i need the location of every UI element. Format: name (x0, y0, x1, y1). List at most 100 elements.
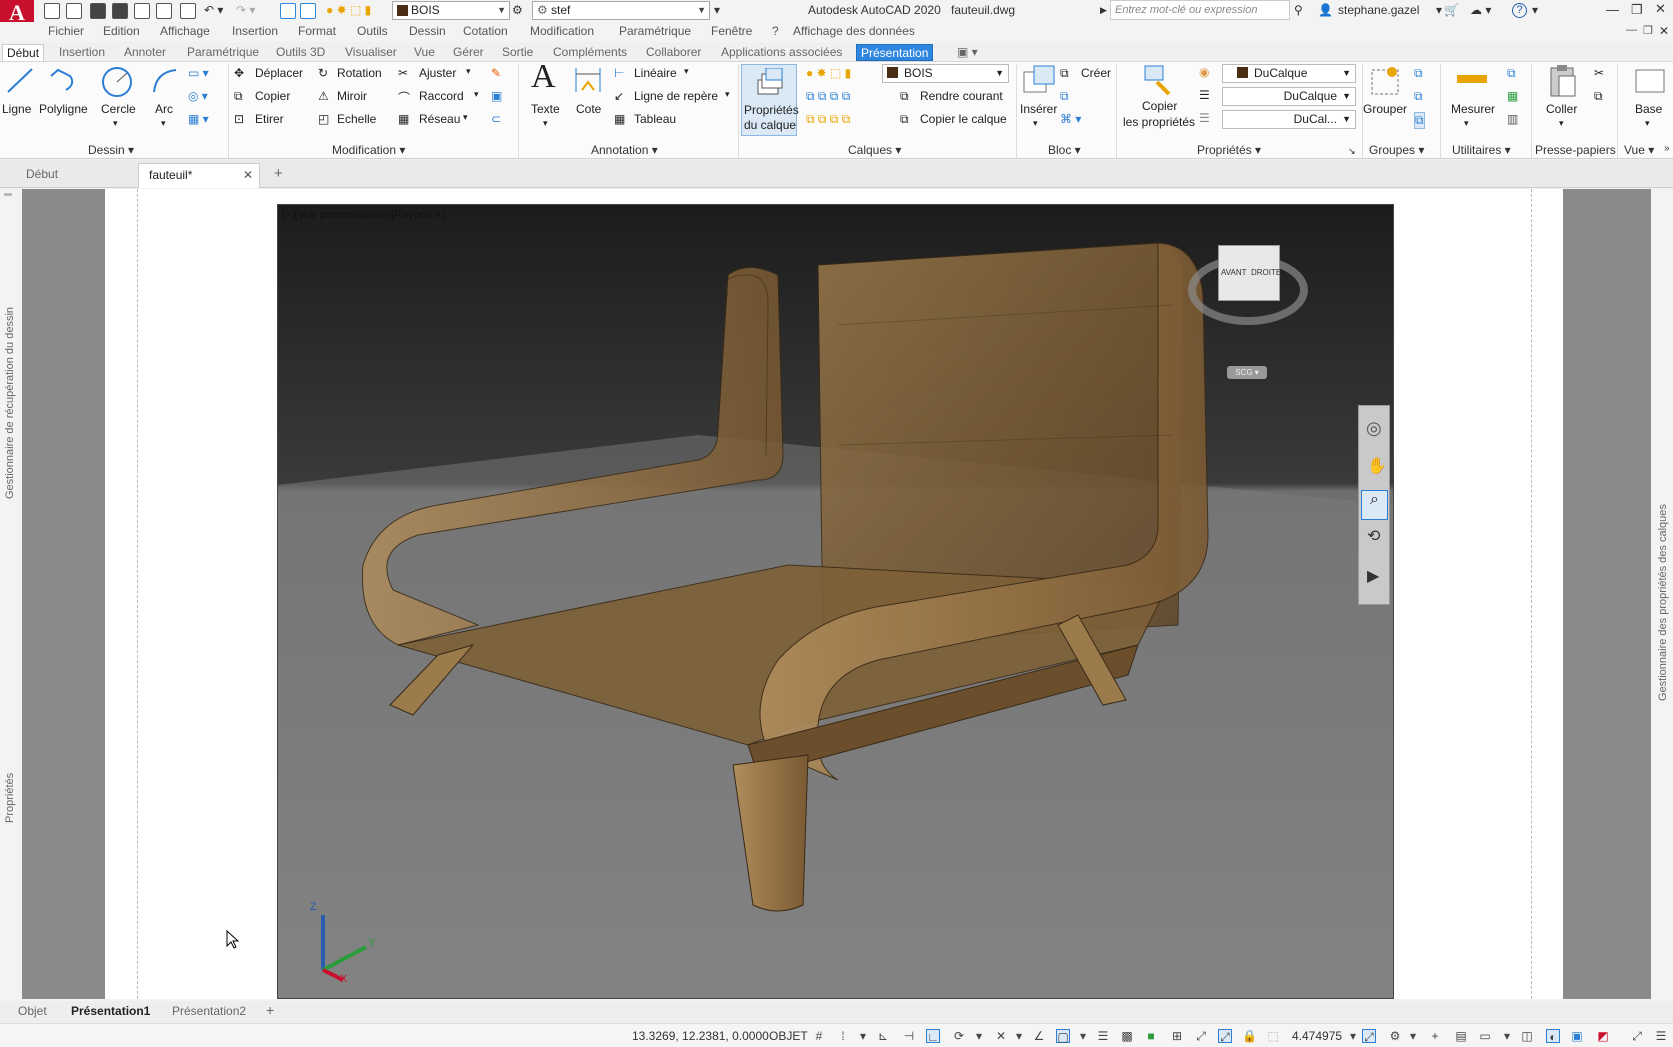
chevron-down-icon[interactable]: ▾ (856, 1029, 870, 1043)
texte-button[interactable]: Texte (531, 102, 560, 116)
chevron-down-icon[interactable]: ▾ (161, 118, 166, 129)
id-point-icon[interactable]: ▥ (1507, 112, 1518, 126)
arc-button[interactable]: Arc (155, 102, 173, 116)
base-button[interactable]: Base (1635, 102, 1662, 116)
scale-sync-icon[interactable]: ⤢ (1362, 1029, 1376, 1044)
tab-gerer[interactable]: Gérer (449, 44, 488, 61)
layer-bulb-icon[interactable]: ● ✸ ⬚ ▮ (326, 3, 371, 17)
chevron-down-icon[interactable]: ▾ (1645, 118, 1650, 129)
rectangle-icon[interactable]: ▭ ▾ (188, 66, 209, 80)
gear-icon[interactable]: ⚙ (1388, 1029, 1402, 1043)
layout-tab-presentation2[interactable]: Présentation2 (172, 1004, 246, 1018)
echelle-button[interactable]: Echelle (337, 112, 376, 126)
selection-cycling-icon[interactable]: ■ (1144, 1029, 1158, 1043)
store-cart-icon[interactable]: 🛒 (1444, 3, 1459, 17)
match-properties-icon[interactable] (280, 3, 296, 19)
lineweight-combo[interactable]: DuCal... ▼ (1222, 110, 1356, 129)
new-layout-button[interactable]: + (266, 1002, 274, 1018)
panel-vue-title[interactable]: Vue ▾ (1624, 143, 1654, 157)
hardware-acceleration-icon[interactable]: ◐ (1546, 1029, 1560, 1044)
chevron-down-icon[interactable]: ▾ (1076, 1029, 1090, 1043)
user-name[interactable]: stephane.gazel (1338, 3, 1419, 17)
chevron-down-icon[interactable]: ▾ (463, 112, 468, 123)
chevron-down-icon[interactable]: ▾ (474, 89, 479, 100)
miroir-button[interactable]: Miroir (337, 89, 367, 103)
menu-dessin[interactable]: Dessin (409, 24, 446, 38)
menu-outils[interactable]: Outils (357, 24, 388, 38)
infer-constraints-icon[interactable]: ⊾ (876, 1029, 890, 1043)
layer-state-icons[interactable]: ● ✸ ⬚ ▮ (806, 66, 851, 80)
plus-icon[interactable]: + (1428, 1029, 1442, 1043)
chevron-down-icon[interactable]: ▾ (1436, 3, 1442, 17)
layer-combo[interactable]: BOIS ▼ (392, 1, 510, 20)
close-icon[interactable]: ✕ (1655, 1, 1666, 17)
proprietes-calque-button[interactable]: Propriétés du calque (741, 64, 799, 136)
workspace-switch-icon[interactable]: ⚙ (512, 3, 523, 17)
tab-vue[interactable]: Vue (410, 44, 439, 61)
copier-button[interactable]: Copier (255, 89, 290, 103)
creer-button[interactable]: Créer (1081, 66, 1111, 80)
ucs-menu[interactable]: SCG ▾ (1227, 366, 1267, 379)
coller-button[interactable]: Coller (1546, 102, 1577, 116)
3d-osnap-icon[interactable]: ⊞ (1170, 1029, 1184, 1043)
plot-icon[interactable] (180, 3, 196, 19)
doc-restore-icon[interactable]: ❐ (1643, 24, 1653, 37)
panel-modification-title[interactable]: Modification ▾ (332, 143, 405, 157)
copier-proprietes-label-1[interactable]: Copier (1142, 99, 1177, 113)
menu-format[interactable]: Format (298, 24, 336, 38)
new-file-icon[interactable] (44, 3, 60, 19)
chevron-down-icon[interactable]: ▾ (684, 66, 689, 77)
deplacer-button[interactable]: Déplacer (255, 66, 303, 80)
edit-block-icon[interactable]: ⧉ (1060, 89, 1069, 104)
dialog-launcher-icon[interactable]: ↘ (1348, 146, 1356, 157)
side-panel-proprietes[interactable]: Propriétés (4, 773, 16, 823)
user-icon[interactable]: 👤 (1318, 3, 1333, 17)
new-tab-button[interactable]: + (270, 163, 292, 188)
attribute-icon[interactable]: ⌘ ▾ (1060, 112, 1081, 126)
tab-debut[interactable]: Début (2, 44, 45, 61)
calculator-icon[interactable]: ▦ (1507, 89, 1518, 103)
menu-cotation[interactable]: Cotation (463, 24, 508, 38)
tab-applications-associees[interactable]: Applications associées (717, 44, 846, 61)
layer-tools-row-1[interactable]: ⧉ ⧉ ⧉ ⧉ (806, 89, 850, 104)
lineaire-button[interactable]: Linéaire (634, 66, 677, 80)
copier-proprietes-label-2[interactable]: les propriétés (1123, 115, 1195, 129)
customization-menu-icon[interactable]: ☰ (1654, 1029, 1668, 1043)
ortho-icon[interactable]: ∟ (926, 1029, 940, 1044)
annotation-scale[interactable]: 4.474975 (1292, 1029, 1342, 1043)
raccord-button[interactable]: Raccord (419, 89, 464, 103)
transparency-icon[interactable]: ▩ (1120, 1029, 1134, 1043)
side-panel-recuperation[interactable]: Gestionnaire de récupération du dessin (4, 307, 16, 499)
save-as-icon[interactable] (112, 3, 128, 19)
graphics-icon[interactable]: ◩ (1596, 1029, 1610, 1043)
ribbon-overflow-icon[interactable]: » (1664, 143, 1670, 154)
menu-parametrique[interactable]: Paramétrique (619, 24, 691, 38)
ajuster-button[interactable]: Ajuster (419, 66, 456, 80)
workspace-combo[interactable]: ⚙ stef ▼ (532, 1, 710, 20)
panel-bloc-title[interactable]: Bloc ▾ (1048, 143, 1081, 157)
panel-grip[interactable] (4, 193, 12, 196)
isolate-objects-icon[interactable]: ◫ (1520, 1029, 1534, 1043)
customize-qat-icon[interactable]: ▾ (714, 3, 720, 17)
inserer-button[interactable]: Insérer (1020, 102, 1057, 116)
units-icon[interactable]: ▭ (1478, 1029, 1492, 1043)
group-select-icon[interactable]: ⧉ (1414, 112, 1425, 129)
quick-properties-icon[interactable]: ▤ (1454, 1029, 1468, 1043)
close-icon[interactable]: ✕ (243, 164, 253, 186)
chevron-down-icon[interactable]: ▾ (1012, 1029, 1026, 1043)
tab-collaborer[interactable]: Collaborer (642, 44, 705, 61)
cote-button[interactable]: Cote (576, 102, 601, 116)
ellipse-icon[interactable]: ◎ ▾ (188, 89, 208, 103)
chevron-down-icon[interactable]: ▾ (1500, 1029, 1514, 1043)
chevron-down-icon[interactable]: ▾ (1532, 3, 1538, 17)
web-mobile-icon[interactable] (156, 3, 172, 19)
menu-edition[interactable]: Edition (103, 24, 140, 38)
polyligne-button[interactable]: Polyligne (39, 102, 88, 116)
connect-icon[interactable]: ☁ ▾ (1470, 3, 1491, 17)
tab-annoter[interactable]: Annoter (120, 44, 170, 61)
viewcube[interactable]: AVANT DROITE (1218, 245, 1281, 301)
mesurer-button[interactable]: Mesurer (1451, 102, 1495, 116)
menu-fichier[interactable]: Fichier (48, 24, 84, 38)
cercle-button[interactable]: Cercle (101, 102, 136, 116)
binoculars-icon[interactable]: ⚲ (1294, 3, 1303, 17)
